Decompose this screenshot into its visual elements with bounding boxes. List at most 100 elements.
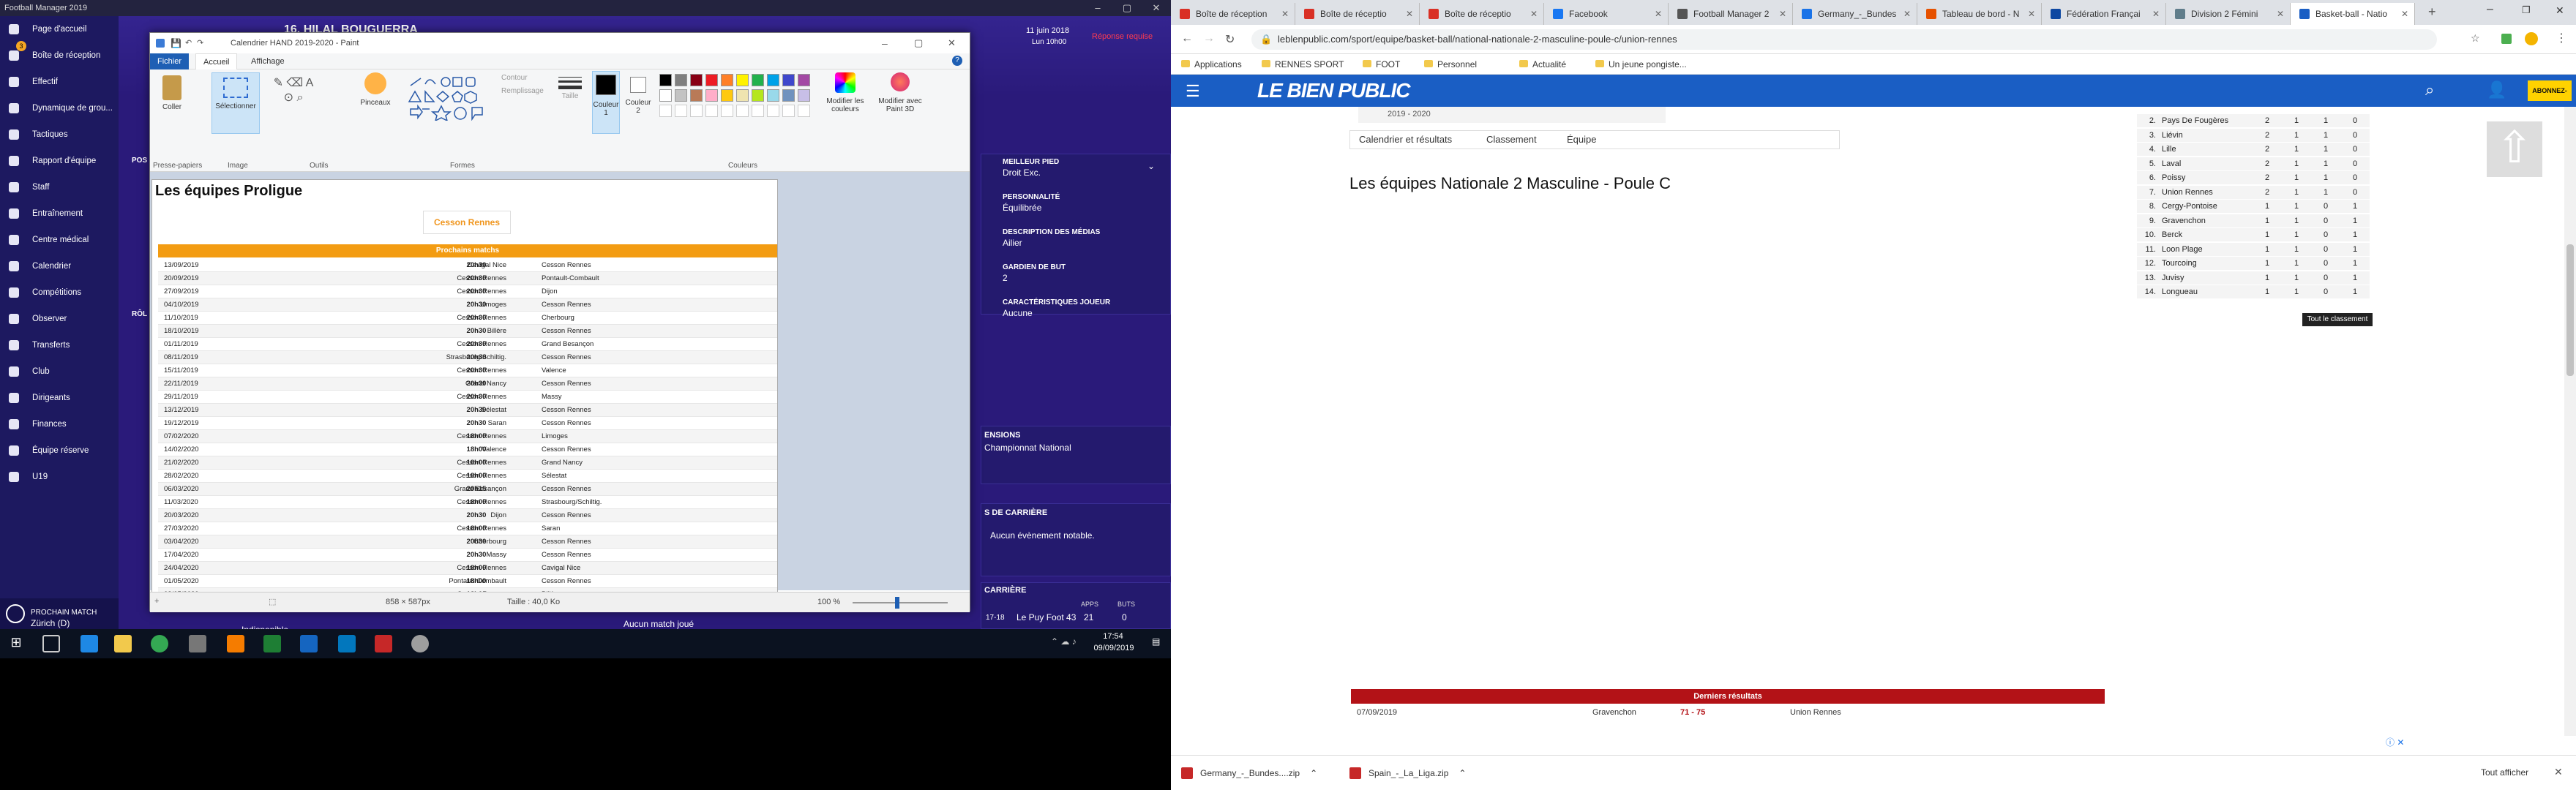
table-row[interactable]: 3. Liévin 2 1 1 0 [2137, 128, 2370, 143]
word-icon[interactable] [300, 635, 318, 652]
palette-swatch-empty[interactable] [736, 105, 749, 117]
table-row[interactable]: 10. Berck 1 1 0 1 [2137, 228, 2370, 242]
table-row[interactable]: 5. Laval 2 1 1 0 [2137, 157, 2370, 171]
tools-group[interactable]: ✎ ⌫ A ⊙ ⌕ [272, 75, 315, 105]
new-tab-icon[interactable]: + [2428, 4, 2436, 20]
bookmark-item[interactable]: RENNES SPORT [1262, 54, 1344, 75]
show-all-button[interactable]: Tout afficher [2481, 767, 2528, 778]
sidebar-item[interactable]: Page d'accueil [0, 16, 119, 42]
forward-icon[interactable]: → [1203, 32, 1215, 45]
minimize-icon[interactable]: – [1083, 0, 1112, 16]
palette-swatch[interactable] [659, 89, 672, 102]
paint3d-button[interactable]: Modifier avec Paint 3D [875, 72, 926, 113]
tab-close-icon[interactable]: ✕ [2028, 3, 2035, 25]
palette-swatch-empty[interactable] [705, 105, 718, 117]
tab-close-icon[interactable]: ✕ [2401, 3, 2408, 25]
browser-tab[interactable]: Football Manager 2 ✕ [1669, 3, 1793, 25]
palette-swatch[interactable] [782, 89, 795, 102]
sidebar-item[interactable]: Calendrier [0, 253, 119, 279]
close-icon[interactable]: ✕ [1142, 0, 1171, 16]
chrome-close-icon[interactable]: ✕ [2556, 4, 2564, 17]
tab-close-icon[interactable]: ✕ [2277, 3, 2284, 25]
palette-swatch-empty[interactable] [782, 105, 795, 117]
paint-close-icon[interactable]: ✕ [948, 33, 956, 53]
download-item-1[interactable]: Germany_-_Bundes....zip ⌃ [1175, 761, 1336, 785]
palette-swatch-empty[interactable] [798, 105, 810, 117]
bookmark-item[interactable]: Applications [1181, 54, 1242, 75]
palette-swatch[interactable] [798, 89, 810, 102]
palette-swatch[interactable] [736, 89, 749, 102]
paint-maximize-icon[interactable]: ▢ [914, 33, 923, 53]
sidebar-item[interactable]: Effectif [0, 69, 119, 95]
browser-tab[interactable]: Boîte de réceptio ✕ [1295, 3, 1420, 25]
palette-swatch[interactable] [659, 74, 672, 86]
hp-icon[interactable] [338, 635, 356, 652]
palette-swatch[interactable] [690, 74, 703, 86]
extension-icon[interactable] [2501, 34, 2512, 44]
bookmark-item[interactable]: FOOT [1363, 54, 1400, 75]
palette-swatch-empty[interactable] [690, 105, 703, 117]
back-icon[interactable]: ← [1181, 32, 1193, 45]
sidebar-item[interactable]: Staff [0, 174, 119, 200]
table-row[interactable]: 6. Poissy 2 1 1 0 [2137, 171, 2370, 185]
subscribe-button[interactable]: ABONNEZ-VOUS [2528, 80, 2572, 115]
close-downloads-icon[interactable]: ✕ [2554, 766, 2563, 778]
palette-swatch-empty[interactable] [659, 105, 672, 117]
redo-icon[interactable]: ↷ [197, 33, 203, 53]
chevron-up-icon[interactable]: ⌃ [1459, 768, 1466, 778]
size-button[interactable]: Taille [554, 74, 586, 100]
hamburger-menu-icon[interactable]: ☰ [1186, 82, 1200, 101]
app-icon[interactable] [189, 635, 206, 652]
palette-swatch-empty[interactable] [721, 105, 733, 117]
image-canvas[interactable]: Les équipes Proligue Cesson Rennes Proch… [151, 179, 778, 605]
sidebar-item[interactable]: Dynamique de grou... [0, 95, 119, 121]
bookmark-item[interactable]: Un jeune pongiste... [1595, 54, 1687, 75]
bookmark-item[interactable]: Personnel [1424, 54, 1477, 75]
browser-tab[interactable]: Fédération Françai ✕ [2042, 3, 2166, 25]
palette-swatch-empty[interactable] [675, 105, 687, 117]
palette-swatch[interactable] [736, 74, 749, 86]
sidebar-item[interactable]: Dirigeants [0, 385, 119, 411]
vlc-icon[interactable] [227, 635, 244, 652]
notification-icon[interactable]: ▤ [1152, 636, 1160, 647]
palette-swatch[interactable] [705, 74, 718, 86]
qat-save-icon[interactable]: 💾 [171, 33, 181, 53]
color-palette[interactable] [659, 74, 813, 121]
table-row[interactable]: 2. Pays De Fougères 2 1 1 0 [2137, 114, 2370, 128]
palette-swatch[interactable] [752, 74, 764, 86]
zoom-slider[interactable] [853, 602, 948, 603]
ad-choices-icon[interactable]: ⓘ ✕ [2386, 736, 2422, 749]
tab-close-icon[interactable]: ✕ [2152, 3, 2160, 25]
palette-swatch[interactable] [690, 89, 703, 102]
sidebar-item[interactable]: Centre médical [0, 227, 119, 253]
site-logo[interactable]: LE BIEN PUBLIC [1257, 79, 1410, 102]
tab-close-icon[interactable]: ✕ [1406, 3, 1413, 25]
continue-button[interactable]: Réponse requise [1092, 32, 1153, 41]
scroll-top-icon[interactable]: ⇧ [2487, 121, 2542, 177]
bookmark-item[interactable]: Actualité [1519, 54, 1566, 75]
sidebar-item[interactable]: Équipe réserve [0, 437, 119, 464]
profile-icon[interactable] [2525, 32, 2538, 45]
tab-close-icon[interactable]: ✕ [1281, 3, 1289, 25]
chevron-down-icon[interactable]: ⌄ [1147, 161, 1155, 171]
tab-close-icon[interactable]: ✕ [1530, 3, 1538, 25]
browser-tab[interactable]: Basket-ball - Natio ✕ [2291, 3, 2415, 25]
browser-tab[interactable]: Boîte de réceptio ✕ [1420, 3, 1544, 25]
color2-button[interactable]: Couleur 2 [624, 74, 652, 115]
table-row[interactable]: 13. Juvisy 1 1 0 1 [2137, 271, 2370, 285]
table-row[interactable]: 4. Lille 2 1 1 0 [2137, 143, 2370, 157]
palette-swatch-empty[interactable] [752, 105, 764, 117]
sidebar-item[interactable]: Entraînement [0, 200, 119, 227]
tab-close-icon[interactable]: ✕ [1779, 3, 1786, 25]
sidebar-item[interactable]: Club [0, 358, 119, 385]
palette-swatch[interactable] [675, 89, 687, 102]
task-view-icon[interactable] [42, 635, 60, 652]
bookmark-star-icon[interactable]: ☆ [2471, 32, 2480, 45]
scrollbar-thumb[interactable] [2566, 244, 2574, 376]
sidebar-item[interactable]: U19 [0, 464, 119, 490]
brushes-button[interactable]: Pinceaux [353, 72, 397, 107]
sidebar-item[interactable]: Observer [0, 306, 119, 332]
tab-fichier[interactable]: Fichier [150, 53, 190, 69]
select-button[interactable]: Sélectionner [211, 72, 260, 134]
palette-swatch[interactable] [782, 74, 795, 86]
